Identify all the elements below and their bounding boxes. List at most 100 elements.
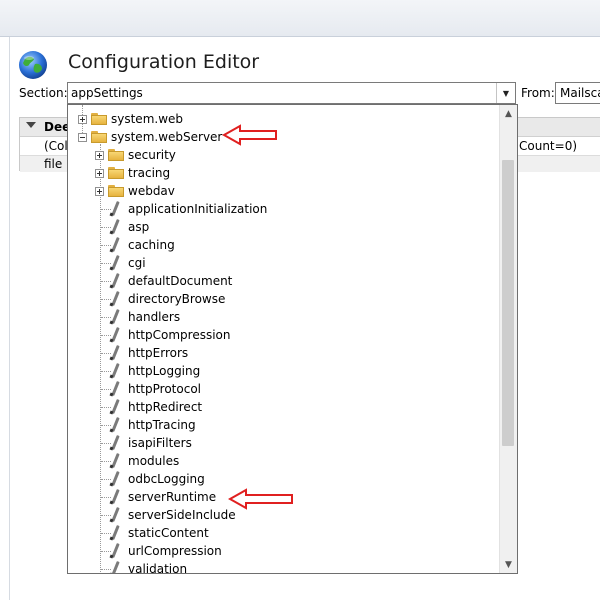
pencil-icon xyxy=(108,489,122,505)
tree-item-label: system.webServer xyxy=(111,130,223,144)
pencil-icon xyxy=(108,237,122,253)
pencil-icon xyxy=(108,345,122,361)
pencil-icon xyxy=(108,453,122,469)
tree-item-label: caching xyxy=(128,238,175,252)
pencil-icon xyxy=(108,363,122,379)
pencil-icon xyxy=(108,273,122,289)
tree-item-label: tracing xyxy=(128,166,171,180)
tree-item-httplogging[interactable]: httpLogging xyxy=(95,362,200,380)
pencil-icon xyxy=(108,309,122,325)
tree-item-odbclogging[interactable]: odbcLogging xyxy=(95,470,205,488)
tree-item-applicationinitialization[interactable]: applicationInitialization xyxy=(95,200,267,218)
collapse-triangle-icon[interactable] xyxy=(26,122,36,128)
tree-item-cgi[interactable]: cgi xyxy=(95,254,146,272)
scrollbar-thumb[interactable] xyxy=(502,160,514,446)
grid-collection-row[interactable]: (Col xyxy=(44,139,68,153)
pencil-icon xyxy=(108,543,122,559)
tree-item-label: serverRuntime xyxy=(128,490,217,504)
grid-file-label: file xyxy=(44,157,63,171)
section-combobox[interactable]: appSettings ▼ xyxy=(67,82,516,104)
expand-plus-icon[interactable] xyxy=(95,186,104,196)
folder-icon xyxy=(108,149,124,161)
tree-item-label: httpLogging xyxy=(128,364,201,378)
tree-item-label: serverSideInclude xyxy=(128,508,236,522)
pencil-icon xyxy=(108,381,122,397)
section-label: Section: xyxy=(19,86,68,100)
tree-item-validation[interactable]: validation xyxy=(95,560,187,573)
expand-plus-icon[interactable] xyxy=(95,168,104,178)
tree-item-system-web[interactable]: system.web xyxy=(78,110,183,128)
folder-icon xyxy=(108,167,124,179)
expand-plus-icon[interactable] xyxy=(95,150,104,160)
tree-item-label: handlers xyxy=(128,310,181,324)
pencil-icon xyxy=(108,561,122,573)
tree-item-label: defaultDocument xyxy=(128,274,233,288)
tree-item-label: odbcLogging xyxy=(128,472,205,486)
tree-item-label: httpCompression xyxy=(128,328,231,342)
tree-item-httpcompression[interactable]: httpCompression xyxy=(95,326,231,344)
chevron-up-icon[interactable]: ▲ xyxy=(500,105,517,122)
tree-item-label: security xyxy=(128,148,176,162)
from-label: From: xyxy=(521,86,555,100)
tree-item-urlcompression[interactable]: urlCompression xyxy=(95,542,222,560)
tree-item-serversideinclude[interactable]: serverSideInclude xyxy=(95,506,236,524)
tree-item-directorybrowse[interactable]: directoryBrowse xyxy=(95,290,225,308)
folder-icon xyxy=(91,113,107,125)
tree-item-httpprotocol[interactable]: httpProtocol xyxy=(95,380,201,398)
pencil-icon xyxy=(108,219,122,235)
from-combobox[interactable]: Mailsca xyxy=(555,82,600,104)
pencil-icon xyxy=(108,399,122,415)
top-toolbar-strip xyxy=(0,0,600,37)
collapse-minus-icon[interactable] xyxy=(78,132,87,142)
globe-icon xyxy=(19,51,47,79)
dropdown-scrollbar[interactable]: ▲ ▼ xyxy=(499,105,517,573)
folder-icon xyxy=(108,185,124,197)
tree-item-httperrors[interactable]: httpErrors xyxy=(95,344,188,362)
pencil-icon xyxy=(108,435,122,451)
tree-item-defaultdocument[interactable]: defaultDocument xyxy=(95,272,232,290)
tree-item-label: httpProtocol xyxy=(128,382,201,396)
tree-item-label: directoryBrowse xyxy=(128,292,226,306)
tree-item-label: cgi xyxy=(128,256,146,270)
chevron-down-icon[interactable]: ▼ xyxy=(496,83,515,103)
tree-item-label: httpTracing xyxy=(128,418,196,432)
annotation-arrow-left-icon xyxy=(222,124,277,146)
tree-item-security[interactable]: security xyxy=(95,146,176,164)
tree-item-label: system.web xyxy=(111,112,184,126)
tree-item-label: httpRedirect xyxy=(128,400,203,414)
tree-item-label: httpErrors xyxy=(128,346,189,360)
section-selected-value: appSettings xyxy=(71,86,143,100)
annotation-arrow-left-icon xyxy=(228,488,293,510)
tree-item-system-webserver[interactable]: system.webServer xyxy=(78,128,222,146)
pencil-icon xyxy=(108,327,122,343)
tree-item-label: applicationInitialization xyxy=(128,202,268,216)
pencil-icon xyxy=(108,525,122,541)
pencil-icon xyxy=(108,507,122,523)
tree-item-handlers[interactable]: handlers xyxy=(95,308,180,326)
tree-item-label: validation xyxy=(128,562,188,573)
tree-item-isapifilters[interactable]: isapiFilters xyxy=(95,434,192,452)
tree-item-label: asp xyxy=(128,220,150,234)
tree-item-label: webdav xyxy=(128,184,175,198)
tree-item-httptracing[interactable]: httpTracing xyxy=(95,416,196,434)
tree-item-label: isapiFilters xyxy=(128,436,192,450)
tree-item-label: modules xyxy=(128,454,180,468)
chevron-down-icon[interactable]: ▼ xyxy=(500,556,517,573)
from-selected-value: Mailsca xyxy=(560,86,600,100)
tree-item-tracing[interactable]: tracing xyxy=(95,164,170,182)
tree-item-caching[interactable]: caching xyxy=(95,236,175,254)
pencil-icon xyxy=(108,471,122,487)
tree-item-asp[interactable]: asp xyxy=(95,218,149,236)
pencil-icon xyxy=(108,417,122,433)
expand-plus-icon[interactable] xyxy=(78,114,87,124)
tree-item-staticcontent[interactable]: staticContent xyxy=(95,524,209,542)
pencil-icon xyxy=(108,291,122,307)
tree-item-modules[interactable]: modules xyxy=(95,452,179,470)
tree-item-serverruntime[interactable]: serverRuntime xyxy=(95,488,216,506)
page-title: Configuration Editor xyxy=(68,51,260,73)
tree-item-label: urlCompression xyxy=(128,544,222,558)
tree-item-label: staticContent xyxy=(128,526,209,540)
tree-item-webdav[interactable]: webdav xyxy=(95,182,175,200)
pencil-icon xyxy=(108,255,122,271)
tree-item-httpredirect[interactable]: httpRedirect xyxy=(95,398,202,416)
